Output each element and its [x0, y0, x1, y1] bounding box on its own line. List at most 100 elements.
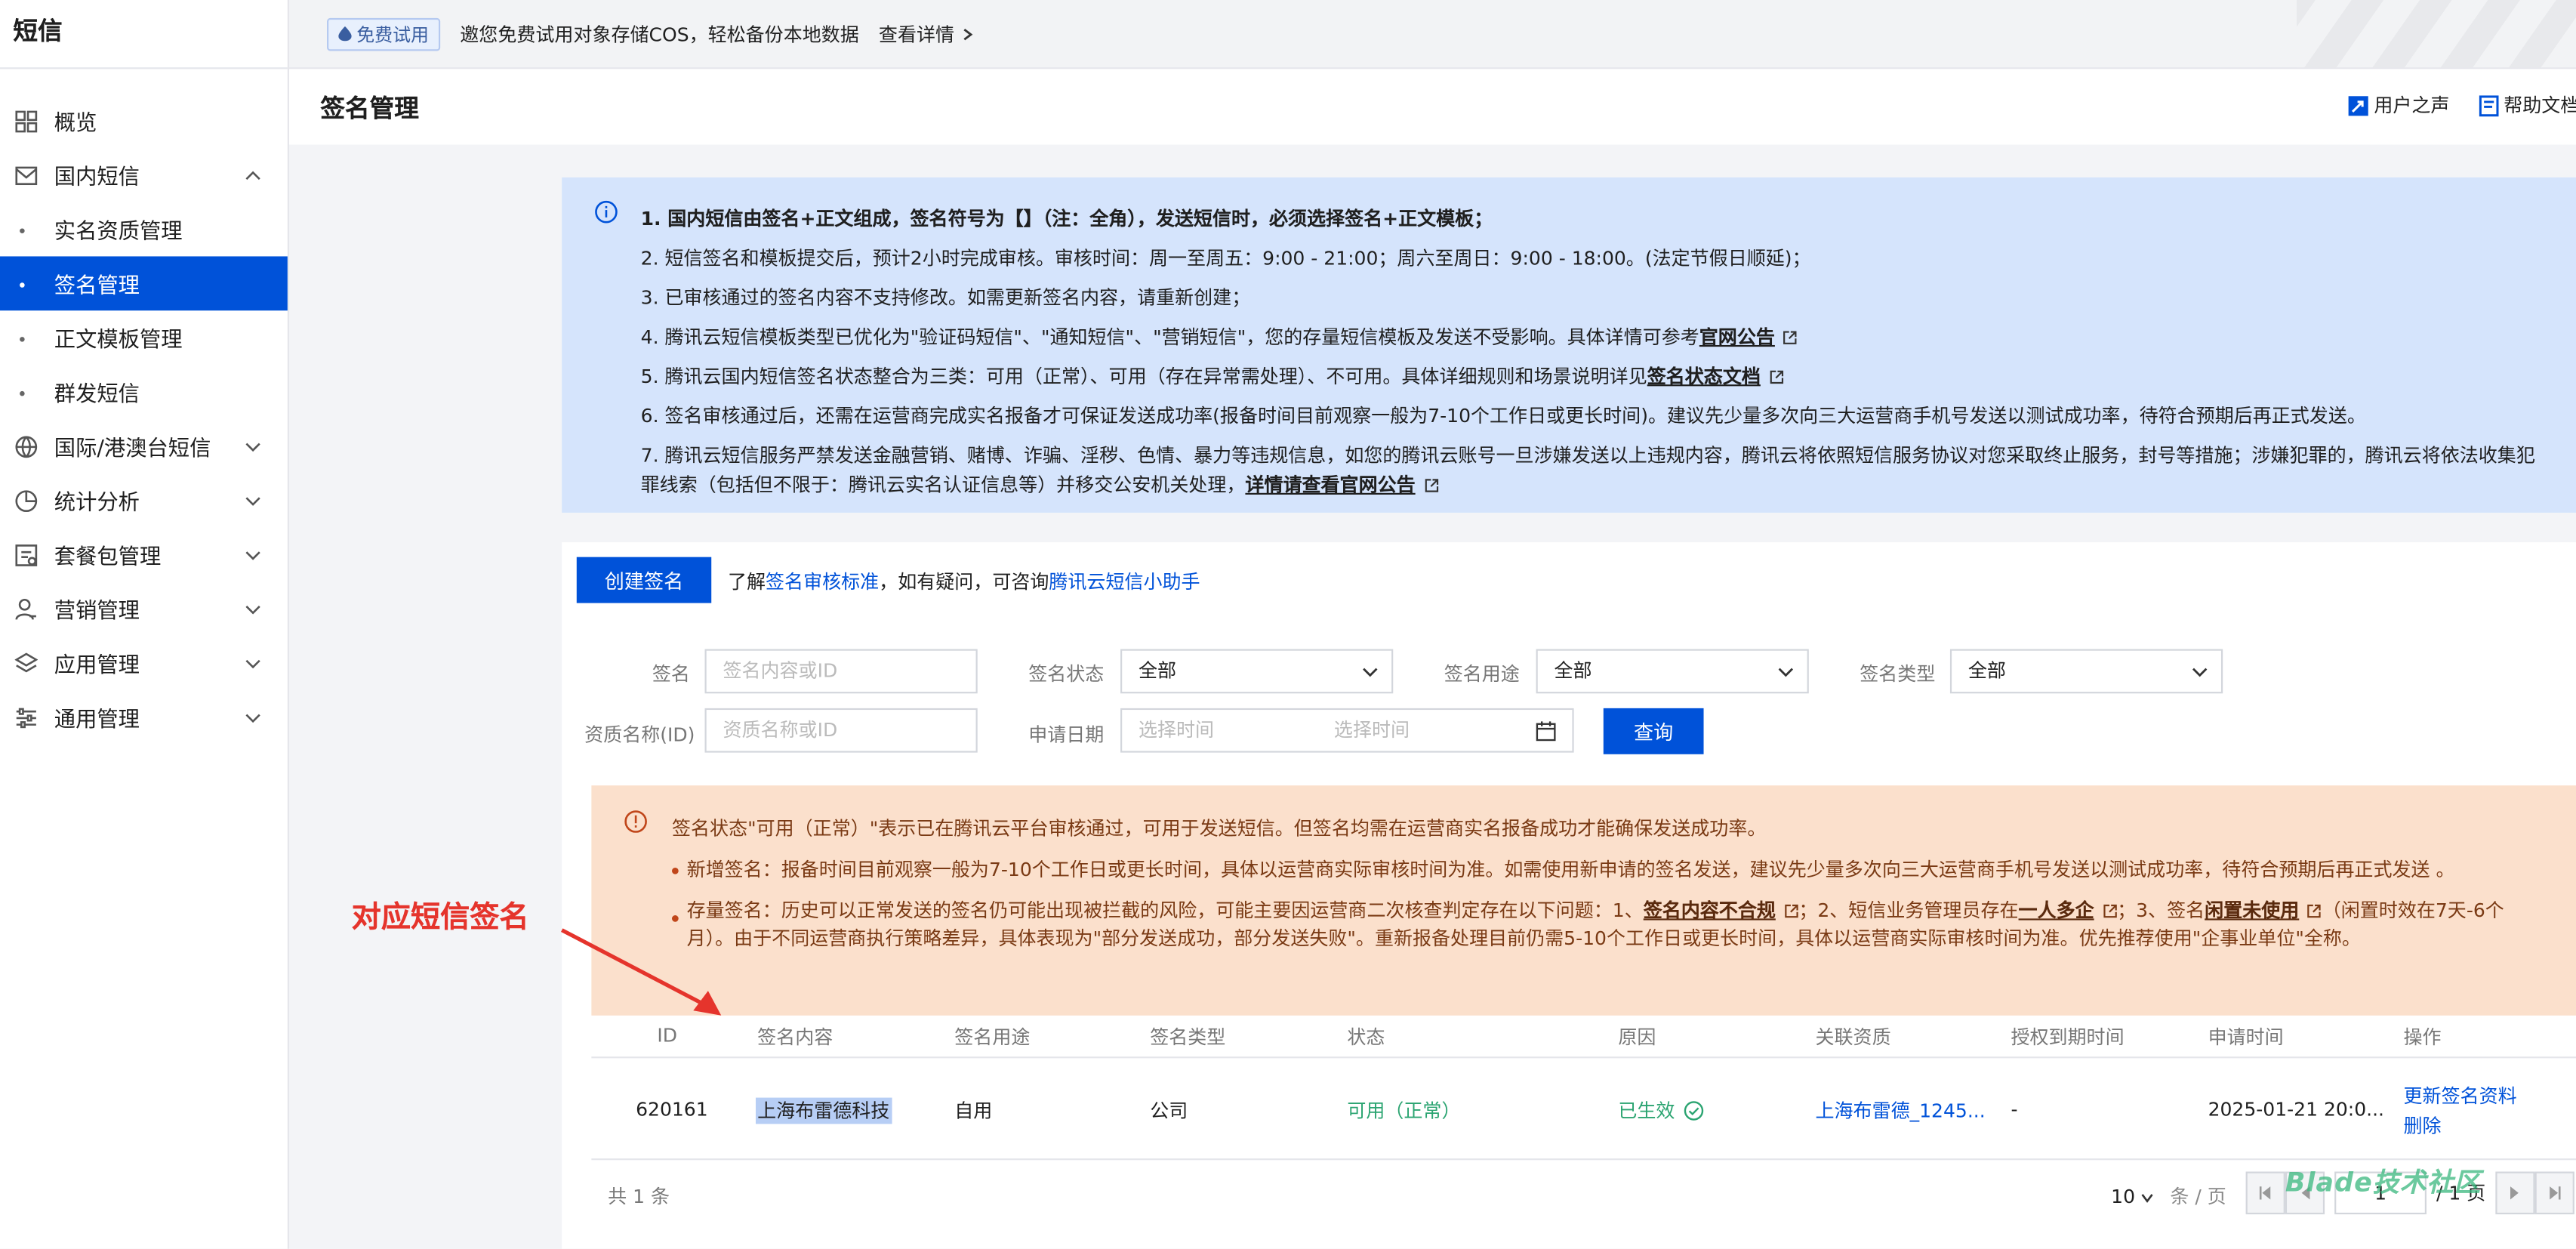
cell-qualification-link[interactable]: 上海布雷德_1245...: [1816, 1098, 1986, 1124]
details-announcement-link[interactable]: 详情请查看官网公告: [1245, 473, 1415, 496]
sidebar-item-template[interactable]: 正文模板管理: [0, 310, 288, 365]
decorative-stripes: [2297, 0, 2576, 68]
bullet-dot-icon: [20, 337, 25, 342]
pie-chart-icon: [13, 488, 38, 513]
one-person-multi-company-link[interactable]: 一人多企: [2019, 899, 2094, 921]
delete-signature-link[interactable]: 删除: [2404, 1112, 2442, 1139]
sidebar-item-bulk-sms[interactable]: 群发短信: [0, 365, 288, 419]
guide-mid: ，如有疑问，可咨询: [879, 570, 1049, 594]
sidebar-item-domestic-sms[interactable]: 国内短信: [0, 148, 288, 202]
review-standard-link[interactable]: 签名审核标准: [766, 570, 879, 593]
package-icon: [13, 542, 38, 567]
query-button[interactable]: 查询: [1603, 708, 1704, 754]
signature-status-doc-link[interactable]: 签名状态文档: [1647, 365, 1761, 387]
update-signature-link[interactable]: 更新签名资料: [2404, 1083, 2517, 1109]
notice-line-3: 3. 已审核通过的签名内容不支持修改。如需更新签名内容，请重新创建；: [640, 285, 1251, 310]
grid-icon: [13, 109, 38, 134]
sidebar-item-general-manage[interactable]: 通用管理: [0, 690, 288, 745]
guide-text: 了解签名审核标准，如有疑问，可咨询腾讯云短信小助手: [728, 569, 1200, 595]
sidebar-item-overview[interactable]: 概览: [0, 94, 288, 148]
sidebar-item-label: 国际/港澳台短信: [54, 436, 211, 462]
page-size-value: 10: [2111, 1184, 2136, 1208]
notice-line-4: 4. 腾讯云短信模板类型已优化为"验证码短信"、"通知短信"、"营销短信"，您的…: [641, 317, 2576, 356]
chevron-down-icon: [1363, 668, 1378, 677]
reason-label: 已生效: [1618, 1099, 1675, 1123]
create-signature-button[interactable]: 创建签名: [576, 557, 712, 603]
sidebar-item-label: 套餐包管理: [54, 545, 162, 571]
external-link-icon: [1784, 904, 1798, 918]
sidebar-item-label: 国内短信: [54, 165, 140, 191]
external-link-icon: [1424, 479, 1438, 492]
sidebar-item-label: 通用管理: [54, 708, 140, 733]
page-size-select[interactable]: 10 条 / 页: [2111, 1183, 2226, 1210]
table-row: 620161 上海布雷德科技 自用 公司 可用（正常） 已生效 上海布雷德_12…: [591, 1058, 2576, 1161]
sidebar-item-statistics[interactable]: 统计分析: [0, 473, 288, 528]
chevron-up-icon: [245, 170, 260, 180]
first-page-button[interactable]: [2245, 1171, 2285, 1215]
next-page-icon: [2510, 1186, 2519, 1200]
type-filter-value: 全部: [1967, 658, 2006, 683]
layers-icon: [13, 651, 38, 676]
date-range-picker[interactable]: 选择时间 选择时间: [1120, 708, 1574, 753]
col-expire: 授权到期时间: [2011, 1025, 2125, 1049]
sidebar-item-signature[interactable]: 签名管理: [0, 256, 288, 311]
cell-type: 公司: [1150, 1099, 1188, 1123]
sidebar-item-marketing[interactable]: 营销管理: [0, 581, 288, 636]
type-filter-label: 签名类型: [1860, 662, 1936, 686]
col-id: ID: [657, 1023, 678, 1047]
user-manage-icon: [13, 597, 38, 621]
promo-bar: 免费试用 邀您免费试用对象存储COS，轻松备份本地数据 查看详情: [288, 0, 2576, 69]
last-page-icon: [2550, 1186, 2561, 1200]
help-docs-link[interactable]: 帮助文档: [2479, 92, 2576, 119]
sidebar-item-qualification[interactable]: 实名资质管理: [0, 202, 288, 257]
guide-prefix: 了解: [727, 570, 766, 594]
notice-line-7-text: 7. 腾讯云短信服务严禁发送金融营销、赌博、诈骗、淫秽、色情、暴力等违规信息，如…: [640, 443, 2535, 497]
warning-bullet-new: 新增签名：报备时间目前观察一般为7-10个工作日或更长时间，具体以运营商实际审核…: [671, 850, 2576, 890]
external-link-icon: [1783, 331, 1798, 344]
sidebar-item-app-manage[interactable]: 应用管理: [0, 636, 288, 690]
chevron-down-icon: [245, 713, 260, 723]
idle-unused-link[interactable]: 闲置未使用: [2205, 899, 2299, 921]
sidebar-item-international[interactable]: 国际/港澳台短信: [0, 419, 288, 473]
info-notice: 1. 国内短信由签名+正文组成，签名符号为【】（注：全角），发送短信时，必须选择…: [562, 177, 2576, 513]
sidebar-item-label: 签名管理: [54, 274, 140, 300]
last-page-button[interactable]: [2534, 1171, 2574, 1215]
sign-filter-input[interactable]: 签名内容或ID: [704, 649, 978, 694]
external-link-icon: [2103, 904, 2117, 918]
col-content: 签名内容: [757, 1025, 834, 1049]
qualification-filter-input[interactable]: 资质名称或ID: [704, 708, 978, 753]
warning-text-part: ；3、签名: [2117, 899, 2205, 922]
sidebar-item-label: 实名资质管理: [54, 220, 183, 245]
usage-filter-select[interactable]: 全部: [1536, 649, 1809, 694]
promo-details-link[interactable]: 查看详情: [879, 20, 973, 47]
cell-content: 上海布雷德科技: [755, 1097, 892, 1124]
user-voice-link[interactable]: 用户之声: [2348, 92, 2449, 119]
table-header: ID 签名内容 签名用途 签名类型 状态 原因 关联资质 授权到期时间 申请时间…: [591, 1006, 2576, 1059]
page-header: 签名管理 用户之声 帮助文档: [288, 69, 2576, 145]
sidebar-item-package[interactable]: 套餐包管理: [0, 528, 288, 582]
watermark: Blade技术社区: [2285, 1166, 2482, 1198]
first-page-icon: [2259, 1186, 2271, 1200]
calendar-icon: [1536, 721, 1556, 742]
annotation-arrow-icon: [560, 928, 722, 1016]
chevron-down-icon: [245, 496, 260, 505]
col-apply-time: 申请时间: [2208, 1025, 2284, 1049]
chevron-right-icon: [963, 27, 972, 40]
promo-text: 邀您免费试用对象存储COS，轻松备份本地数据: [460, 22, 859, 45]
status-filter-select[interactable]: 全部: [1120, 649, 1394, 694]
notice-line-5: 5. 腾讯云国内短信签名状态整合为三类：可用（正常）、可用（存在异常需处理）、不…: [641, 356, 2576, 396]
bullet-dot-icon: [20, 228, 25, 233]
sms-assistant-link[interactable]: 腾讯云短信小助手: [1049, 570, 1200, 593]
promo-link-label: 查看详情: [878, 22, 955, 45]
type-filter-select[interactable]: 全部: [1949, 649, 2223, 694]
col-actions: 操作: [2403, 1025, 2442, 1049]
date-start-placeholder: 选择时间: [1138, 717, 1215, 742]
notice-line-1: 1. 国内短信由签名+正文组成，签名符号为【】（注：全角），发送短信时，必须选择…: [640, 207, 1493, 230]
bullet-dot-icon: [20, 390, 25, 396]
official-announcement-link[interactable]: 官网公告: [1699, 325, 1775, 348]
content-noncompliant-link[interactable]: 签名内容不合规: [1644, 899, 1776, 921]
external-link-icon: [1769, 370, 1783, 384]
feedback-icon: [2348, 95, 2368, 116]
cell-usage: 自用: [954, 1099, 993, 1123]
next-page-button[interactable]: [2495, 1171, 2535, 1215]
